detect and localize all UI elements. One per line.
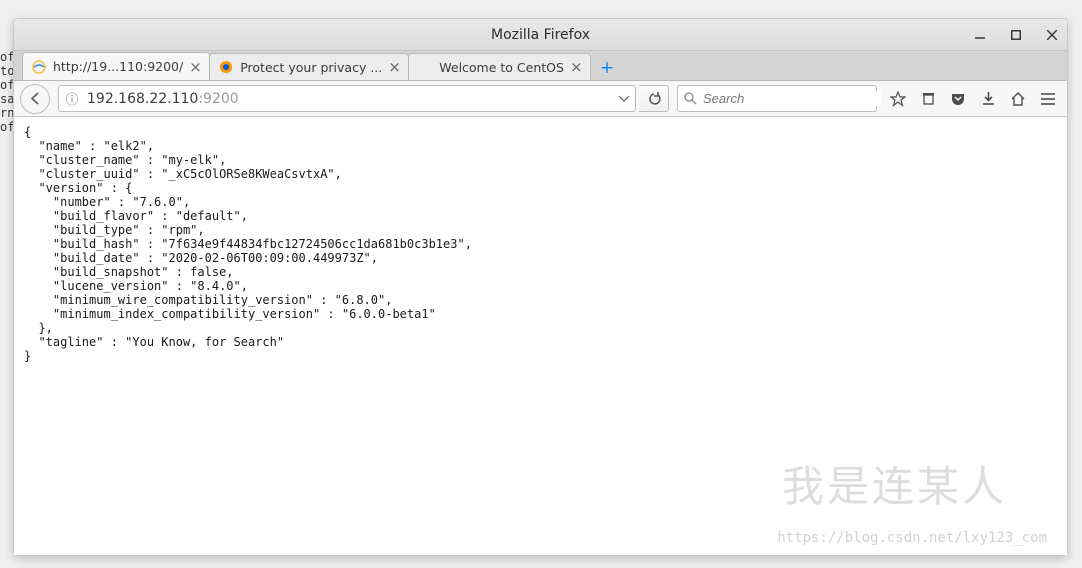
bookmark-star-icon[interactable] [885,86,911,112]
tab-close-icon[interactable]: × [570,60,584,74]
tab-close-icon[interactable]: × [189,60,203,74]
back-button[interactable] [20,84,50,114]
tab-strip: http://19...110:9200/ × Protect your pri… [14,51,1067,81]
menu-icon[interactable] [1035,86,1061,112]
nav-toolbar: ⓘ 192.168.22.110:9200 [14,81,1067,117]
tab-label: Welcome to CentOS [439,60,564,75]
url-bar[interactable]: ⓘ 192.168.22.110:9200 [58,85,636,112]
window-controls [971,26,1061,44]
pocket-icon[interactable] [945,86,971,112]
tab-label: Protect your privacy ... [240,60,382,75]
favicon-icon [31,59,47,75]
tab-2[interactable]: Welcome to CentOS × [408,53,591,80]
firefox-icon [218,59,234,75]
identity-icon[interactable]: ⓘ [59,89,85,108]
close-button[interactable] [1043,26,1061,44]
search-bar[interactable] [677,85,877,112]
tab-close-icon[interactable]: × [388,60,402,74]
tab-1[interactable]: Protect your privacy ... × [209,53,409,80]
url-dropdown-icon[interactable] [613,96,635,102]
tab-label: http://19...110:9200/ [53,59,183,74]
favicon-icon [417,59,433,75]
window-titlebar: Mozilla Firefox [14,19,1067,51]
url-text: 192.168.22.110:9200 [85,91,613,107]
new-tab-button[interactable]: + [594,56,620,80]
background-text: of to of sa rn of [0,50,13,134]
browser-window: Mozilla Firefox http://19...110:9200/ × [13,18,1068,556]
search-input[interactable] [703,91,881,106]
search-icon [684,92,697,105]
reload-button[interactable] [639,85,669,112]
page-content[interactable]: { "name" : "elk2", "cluster_name" : "my-… [14,117,1067,555]
maximize-button[interactable] [1007,26,1025,44]
watermark-main: 我是连某人 [782,481,1007,495]
tab-0[interactable]: http://19...110:9200/ × [22,52,210,80]
home-icon[interactable] [1005,86,1031,112]
json-text: { "name" : "elk2", "cluster_name" : "my-… [24,125,472,363]
library-icon[interactable] [915,86,941,112]
minimize-button[interactable] [971,26,989,44]
window-title: Mozilla Firefox [14,27,1067,43]
downloads-icon[interactable] [975,86,1001,112]
watermark-sub: https://blog.csdn.net/lxy123_com [777,531,1047,545]
